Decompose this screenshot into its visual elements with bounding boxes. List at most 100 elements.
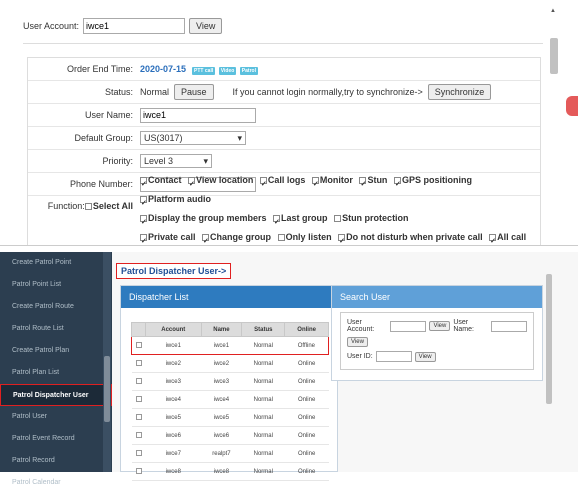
function-option[interactable]: Stun bbox=[359, 174, 388, 194]
function-option-label: Contact bbox=[148, 174, 182, 185]
synchronize-button[interactable]: Synchronize bbox=[427, 84, 492, 100]
function-option[interactable]: All call bbox=[489, 232, 526, 251]
function-option[interactable]: Call logs bbox=[259, 175, 305, 194]
function-option[interactable]: Contact bbox=[140, 174, 182, 194]
status-value: Normal bbox=[140, 87, 170, 97]
sidebar-item[interactable]: Create Patrol Plan bbox=[0, 340, 112, 362]
row-checkbox[interactable] bbox=[131, 408, 146, 427]
function-checkbox[interactable] bbox=[140, 232, 147, 251]
function-option[interactable]: Private call bbox=[140, 231, 196, 251]
row-checkbox[interactable] bbox=[131, 372, 146, 391]
function-checkbox[interactable] bbox=[140, 213, 147, 232]
order-end-time-value: 2020-07-15 bbox=[140, 64, 187, 74]
sidebar-item[interactable]: Patrol Route List bbox=[0, 318, 112, 340]
function-checkbox[interactable] bbox=[140, 175, 147, 194]
user-account-input[interactable] bbox=[83, 18, 186, 34]
function-option[interactable]: Only listen bbox=[277, 231, 332, 242]
row-checkbox[interactable] bbox=[131, 354, 146, 373]
dispatcher-table: Account Name Status Online iwce1 iwce1 Nor… bbox=[131, 322, 329, 481]
main-scroll-thumb[interactable] bbox=[546, 274, 552, 404]
function-checkbox[interactable] bbox=[202, 232, 210, 251]
function-checkbox[interactable] bbox=[334, 214, 342, 222]
sidebar-item[interactable]: Patrol Point List bbox=[0, 274, 112, 296]
scroll-thumb[interactable] bbox=[550, 38, 558, 74]
table-row[interactable]: iwce2 iwce2 Normal Online bbox=[131, 354, 329, 373]
function-checkbox[interactable] bbox=[359, 175, 367, 194]
priority-select[interactable]: Level 3 ▾ bbox=[140, 154, 212, 168]
table-cell: iwce2 bbox=[145, 354, 202, 373]
search-id-input[interactable] bbox=[375, 351, 412, 362]
table-cell: iwce1 bbox=[201, 336, 242, 355]
select-all-checkbox[interactable] bbox=[84, 203, 92, 210]
table-row[interactable]: iwce3 iwce3 Normal Online bbox=[131, 372, 329, 391]
sidebar-item[interactable]: Patrol Dispatcher User bbox=[0, 384, 112, 406]
row-checkbox[interactable] bbox=[131, 444, 146, 463]
function-checkbox[interactable] bbox=[188, 175, 196, 194]
function-option-label: Stun bbox=[367, 174, 388, 185]
function-label: Function: Select All bbox=[47, 201, 133, 211]
search-name-view-button[interactable]: View bbox=[347, 337, 368, 347]
search-account-view-button[interactable]: View bbox=[429, 321, 451, 331]
sidebar-item[interactable]: Patrol Event Record bbox=[0, 428, 112, 450]
function-checkbox[interactable] bbox=[489, 232, 497, 251]
search-account-input[interactable] bbox=[390, 320, 427, 332]
sidebar-scrollbar[interactable] bbox=[103, 252, 111, 472]
function-option-label: Display the group members bbox=[148, 212, 267, 223]
function-checkbox[interactable] bbox=[311, 175, 319, 194]
table-row[interactable]: iwce1 iwce1 Normal Offline bbox=[131, 336, 329, 355]
table-cell: Normal bbox=[241, 336, 285, 355]
table-cell: Online bbox=[284, 426, 329, 445]
search-name-input[interactable] bbox=[491, 320, 527, 332]
row-checkbox[interactable] bbox=[131, 390, 146, 409]
row-checkbox[interactable] bbox=[131, 426, 146, 445]
function-option[interactable]: Monitor bbox=[311, 174, 353, 194]
sidebar-item[interactable]: Patrol Calendar bbox=[0, 472, 112, 494]
user-account-search: User Account: View bbox=[23, 18, 223, 34]
side-tab-icon[interactable] bbox=[566, 96, 578, 116]
default-group-select[interactable]: US(3017) ▾ bbox=[140, 131, 246, 145]
function-checkbox[interactable] bbox=[277, 233, 285, 241]
function-option[interactable]: Display the group members bbox=[140, 212, 267, 232]
function-option-label: Do not disturb when private call bbox=[346, 231, 483, 242]
sidebar-scroll-thumb[interactable] bbox=[104, 356, 110, 422]
sidebar-item[interactable]: Create Patrol Route bbox=[0, 296, 112, 318]
table-cell: iwce7 bbox=[145, 444, 202, 463]
table-row[interactable]: iwce4 iwce4 Normal Online bbox=[131, 390, 329, 409]
function-option[interactable]: Change group bbox=[202, 232, 271, 251]
scroll-up-icon[interactable]: ▲ bbox=[550, 8, 556, 14]
function-option[interactable]: Stun protection bbox=[334, 213, 409, 223]
sidebar-item[interactable]: Create Patrol Point bbox=[0, 252, 112, 274]
dispatcher-list-panel: Dispatcher List Account Name Status Onli… bbox=[120, 285, 338, 481]
main-scrollbar[interactable] bbox=[545, 252, 553, 472]
table-row[interactable]: iwce7 realpt7 Normal Online bbox=[131, 444, 329, 463]
function-checkbox[interactable] bbox=[259, 175, 267, 194]
view-button[interactable]: View bbox=[189, 18, 223, 34]
table-cell: Online bbox=[284, 372, 329, 391]
function-option[interactable]: Platform audio bbox=[140, 194, 211, 213]
scrollbar[interactable]: ▲ bbox=[549, 8, 559, 245]
sidebar-item[interactable]: Patrol Plan List bbox=[0, 362, 112, 384]
patrol-dispatcher-section: Create Patrol Point Patrol Point List Crea… bbox=[0, 252, 578, 486]
col-checkbox bbox=[131, 322, 146, 337]
sidebar-item[interactable]: Patrol User bbox=[0, 406, 112, 428]
function-checkbox[interactable] bbox=[140, 194, 147, 213]
function-option-label: Only listen bbox=[285, 231, 332, 242]
function-option[interactable]: View location bbox=[188, 175, 253, 194]
function-checkbox[interactable] bbox=[393, 175, 401, 194]
user-name-input[interactable] bbox=[140, 107, 256, 123]
function-checkbox[interactable] bbox=[273, 213, 281, 232]
function-option[interactable]: Do not disturb when private call bbox=[338, 231, 483, 251]
pause-button[interactable]: Pause bbox=[174, 84, 214, 100]
function-option[interactable]: GPS positioning bbox=[393, 175, 472, 194]
table-cell: Normal bbox=[241, 444, 285, 463]
row-checkbox[interactable] bbox=[131, 336, 146, 355]
search-id-view-button[interactable]: View bbox=[414, 351, 436, 362]
function-checkbox[interactable] bbox=[338, 232, 346, 251]
function-option[interactable]: Last group bbox=[273, 213, 328, 232]
table-cell: Online bbox=[284, 444, 329, 463]
table-row[interactable]: iwce6 iwce6 Normal Online bbox=[131, 426, 329, 445]
function-option-label: Private call bbox=[148, 231, 196, 242]
table-row[interactable]: iwce5 iwce5 Normal Online bbox=[131, 408, 329, 427]
function-option-label: Monitor bbox=[319, 174, 353, 185]
sidebar-item[interactable]: Patrol Record bbox=[0, 450, 112, 472]
